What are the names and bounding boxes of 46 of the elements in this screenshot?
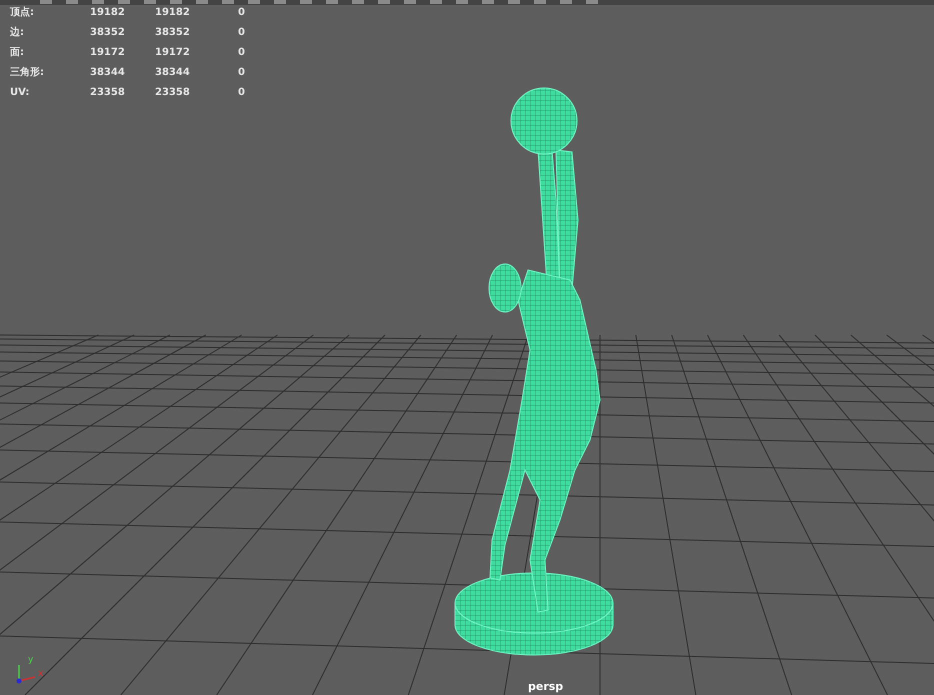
- tool-icon[interactable]: [482, 0, 494, 4]
- tool-icon[interactable]: [352, 0, 364, 4]
- stat-value: 0: [237, 26, 245, 38]
- stat-label: UV:: [10, 86, 30, 98]
- stat-value: 19172: [90, 46, 126, 58]
- tool-icon[interactable]: [196, 0, 208, 4]
- x-axis-label: x: [38, 669, 44, 679]
- stat-value: 0: [237, 66, 245, 78]
- tool-icon[interactable]: [326, 0, 338, 4]
- stat-label: 面:: [10, 46, 25, 59]
- tool-icon[interactable]: [248, 0, 260, 4]
- tool-icon[interactable]: [378, 0, 390, 4]
- tool-icon[interactable]: [430, 0, 442, 4]
- tool-icon[interactable]: [144, 0, 156, 4]
- stat-value: 23358: [155, 86, 191, 98]
- tool-icon[interactable]: [508, 0, 520, 4]
- stat-value: 38344: [155, 66, 191, 78]
- tool-icon[interactable]: [170, 0, 182, 4]
- stat-value: 38352: [90, 26, 126, 38]
- tool-icon[interactable]: [456, 0, 468, 4]
- y-axis-label: y: [28, 655, 34, 665]
- stat-value: 0: [237, 6, 245, 18]
- tool-icon[interactable]: [560, 0, 572, 4]
- stat-label: 三角形:: [10, 66, 45, 79]
- stat-label: 边:: [10, 26, 25, 39]
- stat-value: 19182: [155, 6, 191, 18]
- camera-label: persp: [528, 680, 564, 693]
- stat-label: 顶点:: [10, 6, 35, 19]
- stat-value: 0: [237, 46, 245, 58]
- tool-icon[interactable]: [40, 0, 52, 4]
- stat-value: 38352: [155, 26, 191, 38]
- stat-value: 19182: [90, 6, 126, 18]
- stat-value: 19172: [155, 46, 191, 58]
- tool-icon[interactable]: [274, 0, 286, 4]
- stat-value: 23358: [90, 86, 126, 98]
- tool-icon[interactable]: [222, 0, 234, 4]
- 3d-viewport[interactable]: 顶点: 19182 19182 0 边: 38352 38352 0 面: 19172 19172 0 三角形: 38344 38344 0 UV: 23358 23358 0 y x persp: [0, 0, 934, 695]
- tool-icon[interactable]: [404, 0, 416, 4]
- tool-icon[interactable]: [66, 0, 78, 4]
- tool-icon[interactable]: [92, 0, 104, 4]
- stat-value: 0: [237, 86, 245, 98]
- tool-icon[interactable]: [118, 0, 130, 4]
- tool-icon[interactable]: [534, 0, 546, 4]
- tool-icon[interactable]: [586, 0, 598, 4]
- stat-value: 38344: [90, 66, 126, 78]
- tool-icon[interactable]: [300, 0, 312, 4]
